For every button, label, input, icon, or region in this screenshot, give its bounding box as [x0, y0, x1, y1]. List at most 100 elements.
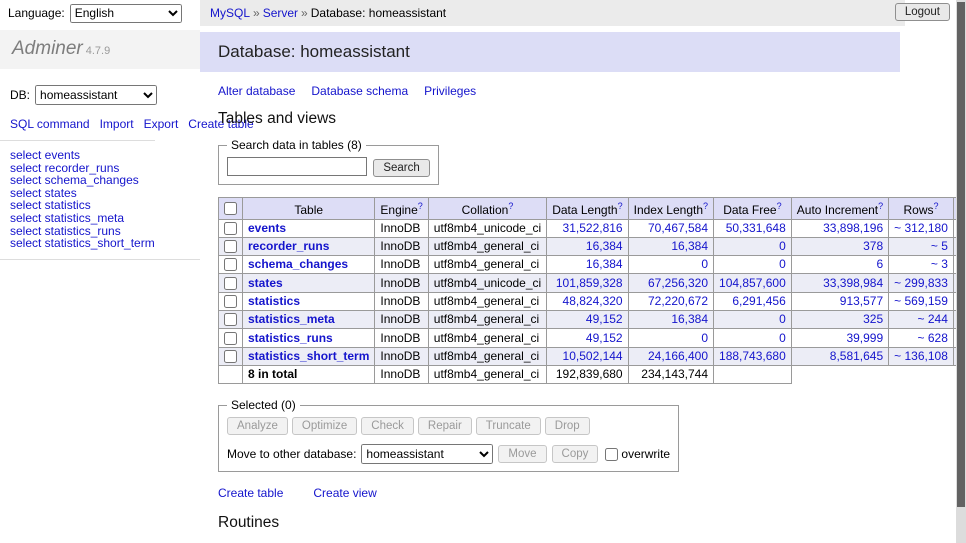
database-action-link[interactable]: Database schema	[311, 84, 408, 98]
column-header[interactable]: Rows?	[889, 197, 954, 219]
index-length-link[interactable]: 0	[701, 257, 708, 271]
rows-link[interactable]: ~ 136,108	[894, 349, 948, 363]
table-name-link[interactable]: statistics_meta	[248, 312, 335, 326]
column-header[interactable]: Auto Increment?	[791, 197, 888, 219]
search-button[interactable]: Search	[373, 159, 429, 177]
rows-link[interactable]: ~ 299,833	[894, 276, 948, 290]
row-checkbox[interactable]	[224, 332, 237, 345]
database-action-link[interactable]: Privileges	[424, 84, 476, 98]
logout-button[interactable]: Logout	[895, 3, 950, 21]
auto-increment-link[interactable]: 8,581,645	[830, 349, 883, 363]
table-name-link[interactable]: events	[248, 221, 286, 235]
index-length-link[interactable]: 16,384	[671, 312, 708, 326]
table-name-link[interactable]: schema_changes	[248, 257, 348, 271]
data-free-link[interactable]: 6,291,456	[732, 294, 785, 308]
move-db-select[interactable]: homeassistant	[361, 444, 493, 464]
data-free-link[interactable]: 0	[779, 257, 786, 271]
index-length-link[interactable]: 24,166,400	[648, 349, 708, 363]
row-checkbox[interactable]	[224, 277, 237, 290]
column-header[interactable]: Collation?	[428, 197, 546, 219]
index-length-link[interactable]: 72,220,672	[648, 294, 708, 308]
data-free-link[interactable]: 188,743,680	[719, 349, 786, 363]
column-header[interactable]: Data Length?	[547, 197, 628, 219]
help-icon[interactable]: ?	[508, 201, 513, 211]
sidebar-action-link[interactable]: SQL command	[10, 117, 90, 131]
help-icon[interactable]: ?	[777, 201, 782, 211]
breadcrumb-link-server[interactable]: Server	[263, 6, 298, 20]
data-length-link[interactable]: 48,824,320	[563, 294, 623, 308]
select-all-checkbox[interactable]	[224, 202, 237, 215]
rows-link[interactable]: ~ 5	[931, 239, 948, 253]
index-length-link[interactable]: 67,256,320	[648, 276, 708, 290]
row-checkbox[interactable]	[224, 222, 237, 235]
scrollbar-thumb[interactable]	[957, 2, 965, 507]
table-name-link[interactable]: states	[248, 276, 283, 290]
data-length-link[interactable]: 10,502,144	[563, 349, 623, 363]
sidebar-table-link[interactable]: select statistics_short_term	[10, 236, 155, 250]
row-checkbox[interactable]	[224, 313, 237, 326]
rows-link[interactable]: ~ 312,180	[894, 221, 948, 235]
column-header[interactable]: Index Length?	[628, 197, 713, 219]
bulk-action-button[interactable]: Optimize	[292, 417, 357, 435]
vertical-scrollbar[interactable]	[956, 0, 966, 543]
table-name-link[interactable]: statistics_runs	[248, 331, 333, 345]
help-icon[interactable]: ?	[878, 201, 883, 211]
table-name-link[interactable]: statistics_short_term	[248, 349, 369, 363]
index-length-link[interactable]: 16,384	[671, 239, 708, 253]
database-action-link[interactable]: Alter database	[218, 84, 295, 98]
auto-increment-link[interactable]: 39,999	[846, 331, 883, 345]
row-checkbox[interactable]	[224, 240, 237, 253]
help-icon[interactable]: ?	[618, 201, 623, 211]
auto-increment-link[interactable]: 325	[863, 312, 883, 326]
data-length-link[interactable]: 16,384	[586, 257, 623, 271]
index-length-link[interactable]: 70,467,584	[648, 221, 708, 235]
create-link[interactable]: Create view	[313, 486, 376, 500]
data-length-link[interactable]: 31,522,816	[563, 221, 623, 235]
data-free-link[interactable]: 0	[779, 312, 786, 326]
data-free-link[interactable]: 50,331,648	[726, 221, 786, 235]
create-link[interactable]: Create table	[218, 486, 283, 500]
help-icon[interactable]: ?	[418, 201, 423, 211]
sidebar-action-link[interactable]: Export	[144, 117, 179, 131]
sidebar-action-link[interactable]: Import	[100, 117, 134, 131]
overwrite-checkbox[interactable]	[605, 448, 618, 461]
row-checkbox[interactable]	[224, 350, 237, 363]
rows-link[interactable]: ~ 628	[918, 331, 948, 345]
auto-increment-link[interactable]: 6	[876, 257, 883, 271]
data-length-link[interactable]: 101,859,328	[556, 276, 623, 290]
bulk-action-button[interactable]: Analyze	[227, 417, 288, 435]
rows-link[interactable]: ~ 3	[931, 257, 948, 271]
auto-increment-link[interactable]: 33,898,196	[823, 221, 883, 235]
bulk-action-button[interactable]: Truncate	[476, 417, 541, 435]
column-header[interactable]: Table	[243, 197, 375, 219]
auto-increment-link[interactable]: 33,398,984	[823, 276, 883, 290]
auto-increment-link[interactable]: 913,577	[840, 294, 883, 308]
column-header[interactable]: Engine?	[375, 197, 428, 219]
data-free-link[interactable]: 0	[779, 331, 786, 345]
move-button[interactable]: Move	[498, 445, 546, 463]
index-length-link[interactable]: 0	[701, 331, 708, 345]
data-length-link[interactable]: 49,152	[586, 312, 623, 326]
bulk-action-button[interactable]: Drop	[545, 417, 590, 435]
bulk-action-button[interactable]: Check	[361, 417, 414, 435]
column-header[interactable]: Data Free?	[714, 197, 792, 219]
help-icon[interactable]: ?	[703, 201, 708, 211]
help-icon[interactable]: ?	[934, 201, 939, 211]
row-checkbox[interactable]	[224, 295, 237, 308]
db-select[interactable]: homeassistant	[35, 85, 157, 105]
copy-button[interactable]: Copy	[552, 445, 599, 463]
row-checkbox[interactable]	[224, 258, 237, 271]
search-input[interactable]	[227, 157, 367, 176]
auto-increment-link[interactable]: 378	[863, 239, 883, 253]
data-length-link[interactable]: 16,384	[586, 239, 623, 253]
language-select[interactable]: English	[70, 4, 182, 23]
bulk-action-button[interactable]: Repair	[418, 417, 472, 435]
data-free-link[interactable]: 0	[779, 239, 786, 253]
table-name-link[interactable]: recorder_runs	[248, 239, 329, 253]
data-free-link[interactable]: 104,857,600	[719, 276, 786, 290]
rows-link[interactable]: ~ 244	[918, 312, 948, 326]
rows-link[interactable]: ~ 569,159	[894, 294, 948, 308]
table-name-link[interactable]: statistics	[248, 294, 300, 308]
breadcrumb-link-mysql[interactable]: MySQL	[210, 6, 250, 20]
data-length-link[interactable]: 49,152	[586, 331, 623, 345]
